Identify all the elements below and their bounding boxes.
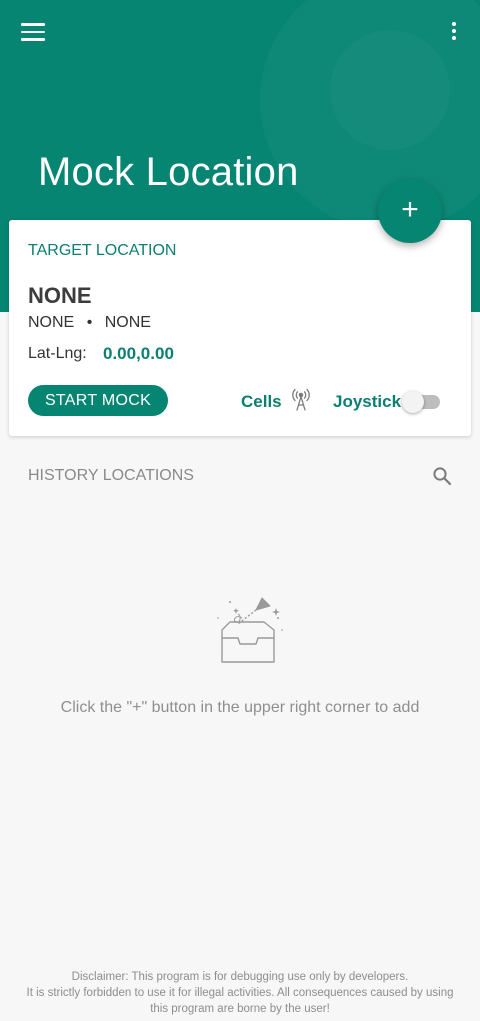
page-title: Mock Location: [38, 150, 299, 194]
disclaimer-line-3: this program are borne by the user!: [150, 1003, 330, 1015]
place-detail-a: NONE: [28, 314, 75, 331]
latlng-value: 0.00,0.00: [103, 344, 174, 363]
disclaimer-line-2: It is strictly forbidden to use it for i…: [26, 987, 454, 999]
start-mock-button[interactable]: START MOCK: [28, 385, 168, 416]
target-location-card: TARGET LOCATION NONE NONE • NONE Lat-Lng…: [9, 220, 471, 436]
header-decoration-inner: [330, 30, 450, 150]
empty-history-text: Click the "+" button in the upper right …: [60, 699, 420, 716]
screen: Mock Location TARGET LOCATION NONE NONE …: [0, 0, 480, 1021]
latlng-label: Lat-Lng:: [28, 345, 87, 362]
more-vert-icon[interactable]: [448, 22, 460, 44]
joystick-toggle[interactable]: [402, 391, 440, 413]
place-detail-b: NONE: [104, 314, 151, 331]
disclaimer: Disclaimer: This program is for debuggin…: [0, 969, 480, 1017]
place-name: NONE: [28, 283, 92, 308]
joystick-toggle-thumb: [402, 391, 424, 413]
place-detail-separator: •: [86, 314, 93, 331]
target-location-label: TARGET LOCATION: [28, 242, 177, 259]
place-detail: NONE • NONE: [28, 314, 151, 332]
empty-inbox-paper-plane-icon: [217, 597, 283, 663]
history-locations-label: HISTORY LOCATIONS: [28, 467, 194, 484]
search-icon[interactable]: [432, 466, 452, 486]
add-location-button[interactable]: +: [378, 179, 442, 243]
joystick-label: Joystick: [333, 392, 402, 411]
disclaimer-line-1: Disclaimer: This program is for debuggin…: [71, 971, 409, 983]
antenna-icon[interactable]: [291, 388, 311, 412]
hamburger-menu-icon[interactable]: [21, 23, 45, 43]
cells-button[interactable]: Cells: [241, 392, 282, 412]
